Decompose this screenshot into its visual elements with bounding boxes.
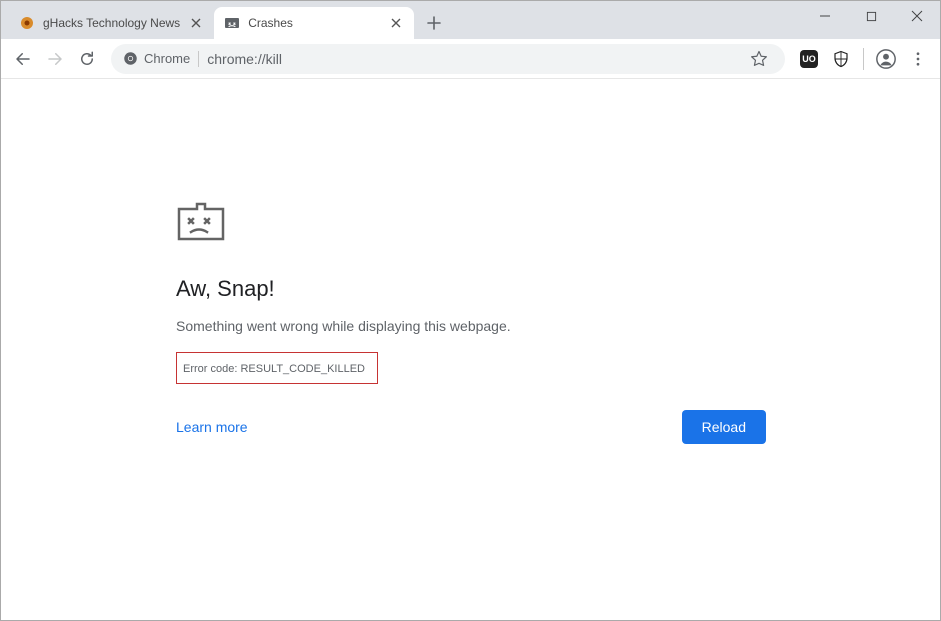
toolbar: Chrome chrome://kill UO — [1, 39, 940, 79]
tab-crashes[interactable]: Crashes — [214, 7, 414, 39]
minimize-icon — [819, 10, 831, 22]
error-panel: Aw, Snap! Something went wrong while dis… — [176, 199, 766, 444]
shield-icon — [832, 50, 850, 68]
ublock-extension-button[interactable]: UO — [795, 45, 823, 73]
titlebar: gHacks Technology News Crashes — [1, 1, 940, 39]
toolbar-actions: UO — [795, 45, 932, 73]
window-controls — [802, 1, 940, 39]
tab-title: gHacks Technology News — [43, 16, 180, 30]
kebab-icon — [909, 50, 927, 68]
reload-page-button[interactable]: Reload — [682, 410, 766, 444]
forward-button[interactable] — [41, 45, 69, 73]
profile-button[interactable] — [872, 45, 900, 73]
tab-ghacks[interactable]: gHacks Technology News — [9, 7, 214, 39]
error-actions: Learn more Reload — [176, 410, 766, 444]
avatar-icon — [875, 48, 897, 70]
content-area: Aw, Snap! Something went wrong while dis… — [1, 79, 940, 620]
separator — [198, 51, 199, 67]
plus-icon — [427, 16, 441, 30]
chrome-icon — [123, 51, 138, 66]
close-icon — [191, 18, 201, 28]
close-tab-button[interactable] — [388, 15, 404, 31]
back-arrow-icon — [14, 50, 32, 68]
close-tab-button[interactable] — [188, 15, 204, 31]
error-heading: Aw, Snap! — [176, 276, 275, 302]
reload-button[interactable] — [73, 45, 101, 73]
forward-arrow-icon — [46, 50, 64, 68]
menu-button[interactable] — [904, 45, 932, 73]
tab-title: Crashes — [248, 16, 380, 30]
error-message: Something went wrong while displaying th… — [176, 318, 511, 334]
close-icon — [911, 10, 923, 22]
tabstrip: gHacks Technology News Crashes — [9, 1, 802, 39]
learn-more-link[interactable]: Learn more — [176, 419, 248, 435]
favicon-crashes-icon — [224, 15, 240, 31]
error-code-highlight: Error code: RESULT_CODE_KILLED — [176, 352, 378, 384]
url-text: chrome://kill — [207, 51, 282, 67]
separator — [863, 48, 864, 70]
omnibox[interactable]: Chrome chrome://kill — [111, 44, 785, 74]
back-button[interactable] — [9, 45, 37, 73]
favicon-ghacks-icon — [19, 15, 35, 31]
maximize-button[interactable] — [848, 1, 894, 31]
scheme-label: Chrome — [144, 51, 190, 66]
reload-icon — [78, 50, 96, 68]
bookmark-button[interactable] — [745, 45, 773, 73]
scheme-chip: Chrome — [123, 51, 190, 66]
star-icon — [750, 50, 768, 68]
error-code: Error code: RESULT_CODE_KILLED — [183, 363, 365, 375]
new-tab-button[interactable] — [420, 9, 448, 37]
close-window-button[interactable] — [894, 1, 940, 31]
extension-button[interactable] — [827, 45, 855, 73]
sad-folder-icon — [176, 199, 226, 248]
close-icon — [391, 18, 401, 28]
maximize-icon — [866, 11, 877, 22]
minimize-button[interactable] — [802, 1, 848, 31]
ublock-icon: UO — [800, 50, 818, 68]
